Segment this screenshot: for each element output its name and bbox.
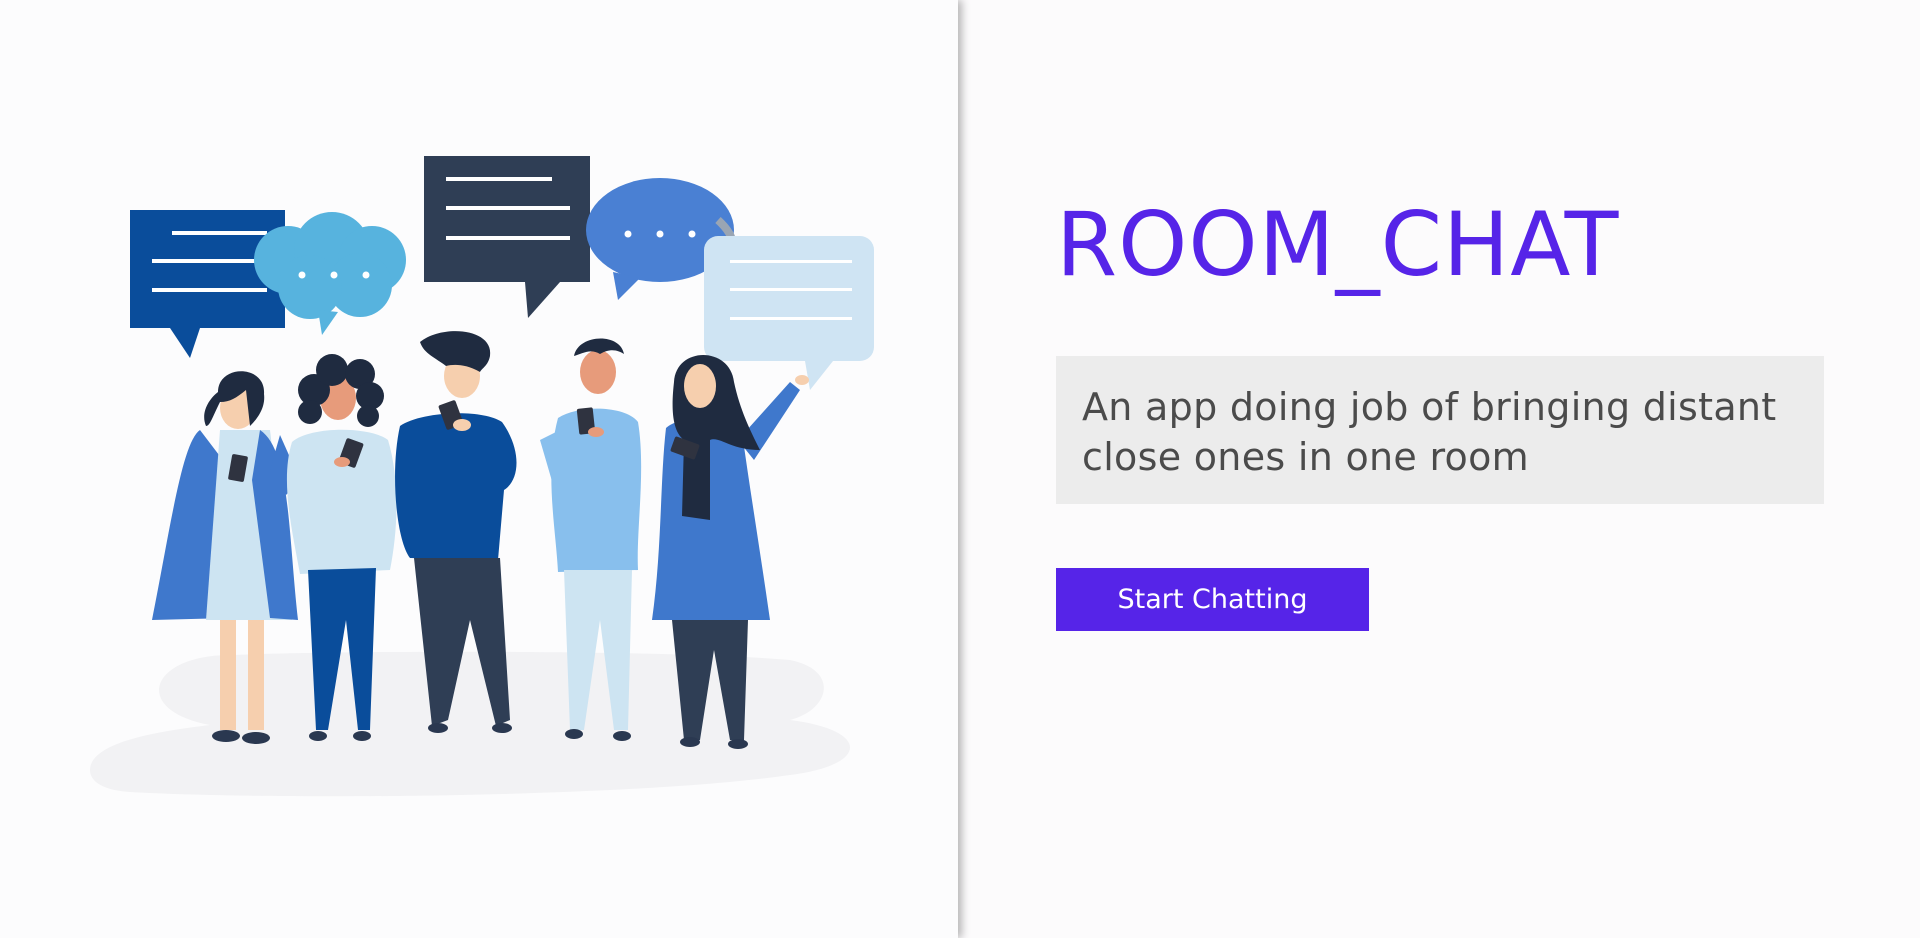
tagline-text: An app doing job of bringing distant clo… — [1082, 385, 1777, 479]
tagline-box: An app doing job of bringing distant clo… — [1056, 356, 1824, 504]
speech-bubble-3 — [424, 156, 590, 318]
illustration-panel — [0, 0, 958, 938]
intro-panel: ROOM_CHAT An app doing job of bringing d… — [958, 0, 1920, 938]
people-chatting-illustration — [90, 156, 874, 797]
landing-page: ROOM_CHAT An app doing job of bringing d… — [0, 0, 1920, 938]
speech-bubble-5 — [704, 236, 874, 390]
start-chatting-button[interactable]: Start Chatting — [1056, 568, 1369, 631]
speech-bubble-1 — [130, 210, 285, 358]
app-title: ROOM_CHAT — [1056, 193, 1620, 296]
